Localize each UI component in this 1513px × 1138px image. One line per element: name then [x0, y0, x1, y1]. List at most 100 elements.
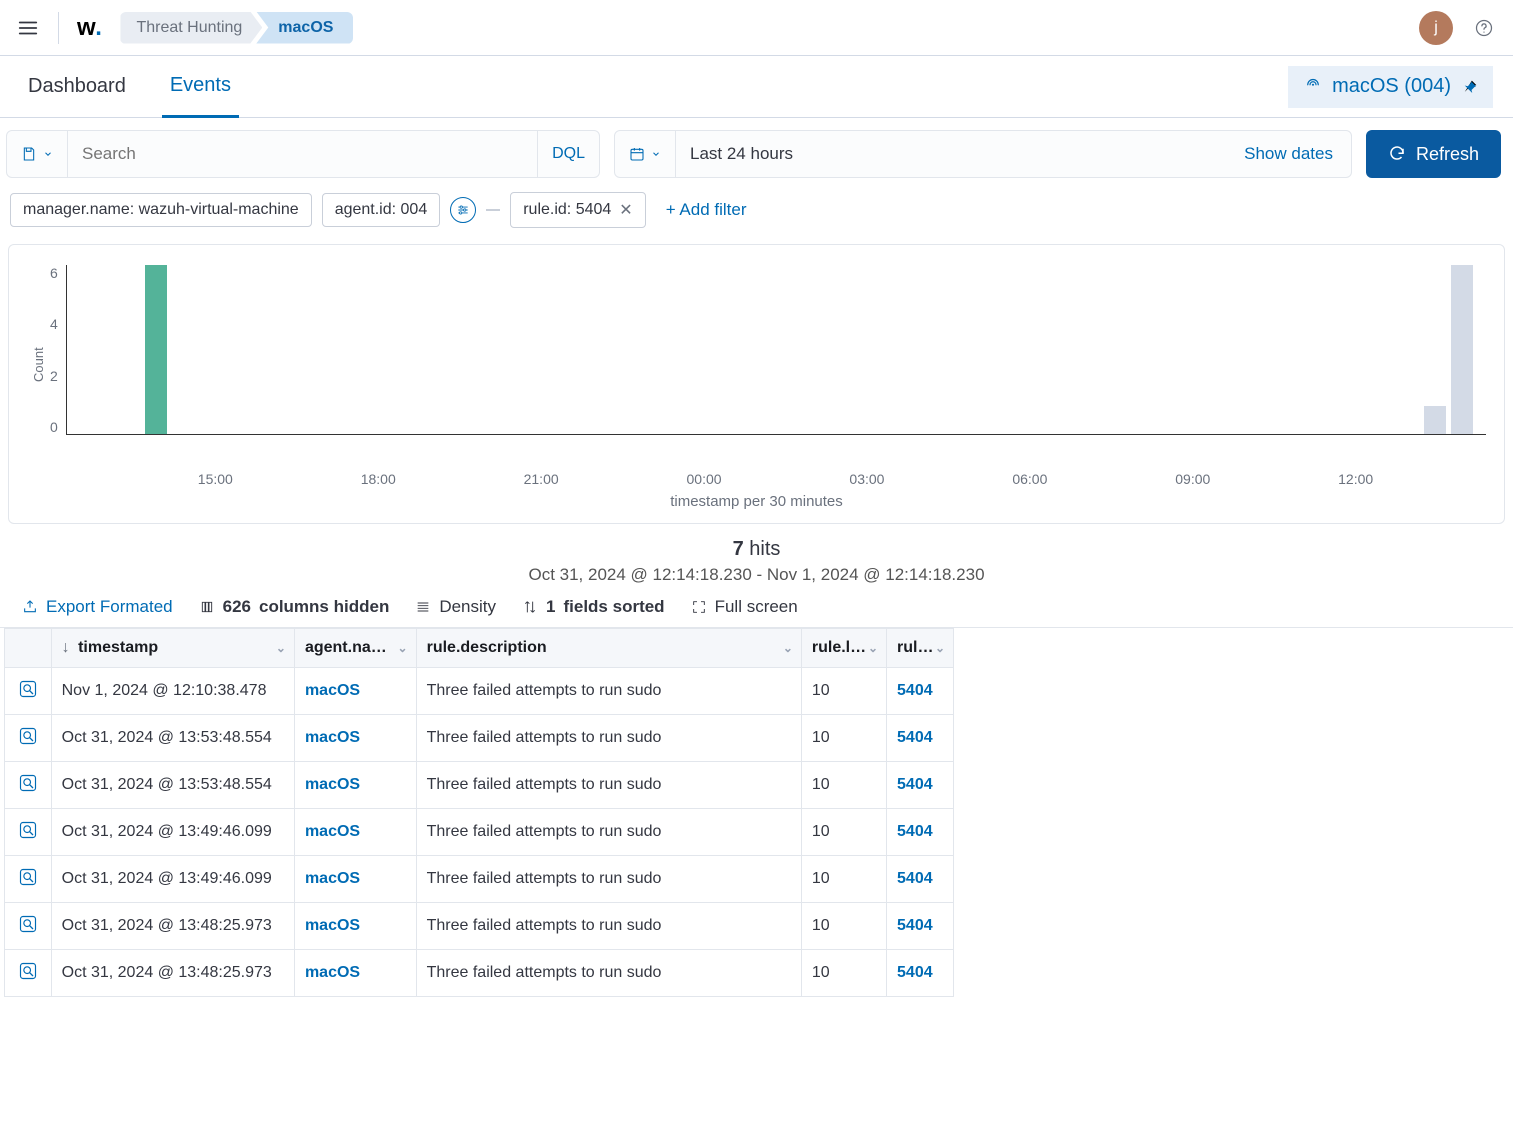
expand-row-button[interactable] [5, 715, 52, 762]
expand-row-button[interactable] [5, 762, 52, 809]
inspect-icon [17, 772, 39, 794]
cell-rule-id[interactable]: 5404 [887, 668, 954, 715]
expand-row-button[interactable] [5, 668, 52, 715]
chart-bar[interactable] [1451, 265, 1473, 434]
inspect-icon [17, 913, 39, 935]
cell-rule-id[interactable]: 5404 [887, 715, 954, 762]
cell-agent-name[interactable]: macOS [294, 856, 416, 903]
columns-hidden-label: columns hidden [259, 597, 389, 617]
search-input[interactable] [68, 131, 537, 177]
table-header-row: ↓ timestamp ⌄ agent.na… ⌄ rule.descripti… [5, 629, 954, 668]
dql-toggle[interactable]: DQL [537, 131, 599, 177]
density-icon [415, 599, 431, 615]
refresh-button[interactable]: Refresh [1366, 130, 1501, 178]
chevron-down-icon[interactable]: ⌄ [398, 641, 408, 655]
expand-row-button[interactable] [5, 903, 52, 950]
hits-count: 7 hits [0, 538, 1513, 561]
cell-rule-id[interactable]: 5404 [887, 950, 954, 997]
cell-rule-id[interactable]: 5404 [887, 762, 954, 809]
expand-row-button[interactable] [5, 950, 52, 997]
cell-agent-name[interactable]: macOS [294, 715, 416, 762]
show-dates-button[interactable]: Show dates [1226, 131, 1351, 177]
chart-bar[interactable] [1424, 406, 1446, 434]
fullscreen-icon [691, 599, 707, 615]
xtick: 15:00 [198, 471, 233, 487]
filter-manager-name[interactable]: manager.name: wazuh-virtual-machine [10, 193, 312, 227]
sort-button[interactable]: 1 fields sorted [522, 597, 665, 617]
expand-row-button[interactable] [5, 809, 52, 856]
col-timestamp[interactable]: ↓ timestamp ⌄ [51, 629, 294, 668]
table-row: Oct 31, 2024 @ 13:49:46.099macOSThree fa… [5, 856, 954, 903]
filter-agent-id[interactable]: agent.id: 004 [322, 193, 441, 227]
chevron-down-icon[interactable]: ⌄ [868, 641, 878, 655]
cell-rule-level: 10 [801, 856, 886, 903]
cell-agent-name[interactable]: macOS [294, 668, 416, 715]
chevron-down-icon[interactable]: ⌄ [783, 641, 793, 655]
chart-plot[interactable] [66, 265, 1486, 435]
saved-queries-button[interactable] [7, 131, 68, 177]
xtick: 03:00 [849, 471, 884, 487]
menu-toggle[interactable] [8, 8, 48, 48]
cell-rule-id[interactable]: 5404 [887, 856, 954, 903]
breadcrumb-macos[interactable]: macOS [256, 12, 353, 44]
cell-timestamp: Oct 31, 2024 @ 13:53:48.554 [51, 715, 294, 762]
logo[interactable]: w. [69, 14, 110, 42]
pin-icon[interactable] [1461, 78, 1479, 96]
density-label: Density [439, 597, 496, 617]
cell-rule-level: 10 [801, 715, 886, 762]
breadcrumb-threat-hunting[interactable]: Threat Hunting [120, 12, 262, 44]
columns-button[interactable]: 626 columns hidden [199, 597, 390, 617]
density-button[interactable]: Density [415, 597, 496, 617]
col-rule-description[interactable]: rule.description ⌄ [416, 629, 801, 668]
sort-icon [522, 599, 538, 615]
cell-agent-name[interactable]: macOS [294, 903, 416, 950]
filter-settings-button[interactable] [450, 197, 476, 223]
add-filter-button[interactable]: + Add filter [656, 200, 747, 220]
avatar[interactable]: j [1419, 11, 1453, 45]
cell-rule-id[interactable]: 5404 [887, 809, 954, 856]
refresh-icon [1388, 145, 1406, 163]
tab-events[interactable]: Events [162, 57, 239, 118]
divider [58, 12, 59, 44]
date-range-display[interactable]: Last 24 hours [676, 131, 1226, 177]
xtick: 12:00 [1338, 471, 1373, 487]
expand-row-button[interactable] [5, 856, 52, 903]
refresh-label: Refresh [1416, 144, 1479, 165]
hamburger-icon [17, 17, 39, 39]
cell-timestamp: Oct 31, 2024 @ 13:48:25.973 [51, 950, 294, 997]
fullscreen-button[interactable]: Full screen [691, 597, 798, 617]
cell-rule-level: 10 [801, 903, 886, 950]
export-button[interactable]: Export Formated [22, 597, 173, 617]
cell-rule-description: Three failed attempts to run sudo [416, 668, 801, 715]
col-timestamp-label: timestamp [78, 639, 158, 656]
table-row: Oct 31, 2024 @ 13:53:48.554macOSThree fa… [5, 762, 954, 809]
chart-bar[interactable] [145, 265, 167, 434]
cell-rule-description: Three failed attempts to run sudo [416, 715, 801, 762]
col-expand [5, 629, 52, 668]
cell-rule-id[interactable]: 5404 [887, 903, 954, 950]
col-level-label: rule.l… [812, 639, 866, 656]
tab-dashboard[interactable]: Dashboard [20, 56, 134, 117]
cell-agent-name[interactable]: macOS [294, 762, 416, 809]
filter-label: rule.id: 5404 [523, 201, 611, 219]
help-button[interactable] [1467, 18, 1501, 38]
agent-badge[interactable]: macOS (004) [1288, 66, 1493, 108]
breadcrumb: Threat Hunting macOS [120, 12, 353, 44]
chevron-down-icon[interactable]: ⌄ [935, 641, 945, 655]
cell-agent-name[interactable]: macOS [294, 950, 416, 997]
inspect-icon [17, 866, 39, 888]
col-rule-id[interactable]: rul… ⌄ [887, 629, 954, 668]
columns-icon [199, 599, 215, 615]
table-row: Oct 31, 2024 @ 13:49:46.099macOSThree fa… [5, 809, 954, 856]
cell-agent-name[interactable]: macOS [294, 809, 416, 856]
chevron-down-icon[interactable]: ⌄ [276, 641, 286, 655]
col-rule-level[interactable]: rule.l… ⌄ [801, 629, 886, 668]
search-group: DQL [6, 130, 600, 178]
table-row: Nov 1, 2024 @ 12:10:38.478macOSThree fai… [5, 668, 954, 715]
date-quick-select[interactable] [615, 131, 676, 177]
col-agent-name[interactable]: agent.na… ⌄ [294, 629, 416, 668]
ytick: 4 [50, 316, 58, 332]
chart-xlabel: timestamp per 30 minutes [27, 493, 1486, 510]
filter-rule-id[interactable]: rule.id: 5404 ✕ [510, 192, 645, 228]
remove-filter-icon[interactable]: ✕ [619, 200, 632, 220]
